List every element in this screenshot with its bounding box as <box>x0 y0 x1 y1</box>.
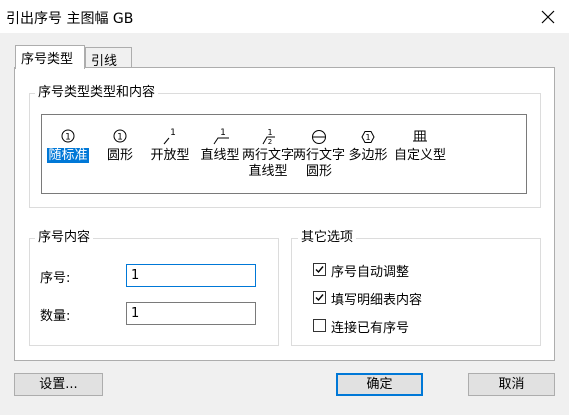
list-item-label: 多边形 <box>348 148 388 163</box>
svg-text:1: 1 <box>170 128 176 138</box>
tab-leader[interactable]: 引线 <box>85 47 132 69</box>
circled-one-icon: 1 <box>61 129 75 143</box>
content-group-title: 序号内容 <box>35 230 94 246</box>
tab-serial-type-label: 序号类型 <box>21 52 74 67</box>
list-item-label: 开放型 <box>150 148 190 163</box>
cancel-button[interactable]: 取消 <box>468 373 555 396</box>
settings-button[interactable]: 设置... <box>14 373 103 396</box>
check-icon <box>315 266 324 274</box>
close-button[interactable] <box>528 0 568 33</box>
close-icon <box>541 10 555 23</box>
option-label: 序号自动调整 <box>331 265 410 280</box>
option-label: 连接已有序号 <box>331 321 410 336</box>
custom-grid-icon <box>413 130 427 142</box>
open-leader-icon: 1 <box>163 128 176 145</box>
option-label: 填写明细表内容 <box>331 293 423 308</box>
checkbox-connect-existing[interactable] <box>313 319 326 332</box>
svg-text:1: 1 <box>365 133 370 142</box>
svg-text:1: 1 <box>220 128 226 138</box>
list-item-label: 直线型 <box>200 148 240 163</box>
number-input[interactable] <box>126 264 256 287</box>
list-item-open[interactable]: 1 开放型 <box>143 127 197 189</box>
svg-text:1: 1 <box>267 128 272 137</box>
serial-type-list[interactable]: 1 随标准 1 圆形 1 开放型 1 直线型 1 2 两行文字 直线型 两行文字… <box>41 114 527 194</box>
options-group-title: 其它选项 <box>298 230 357 246</box>
window-title: 引出序号 主图幅 GB <box>6 11 134 27</box>
list-item-polygon[interactable]: 1 多边形 <box>341 127 395 189</box>
list-item-label: 自定义型 <box>393 148 446 163</box>
svg-text:1: 1 <box>65 133 71 143</box>
ok-button[interactable]: 确定 <box>336 373 423 396</box>
list-item-line[interactable]: 1 直线型 <box>193 127 247 189</box>
list-item-label-2: 直线型 <box>248 164 288 179</box>
check-icon <box>315 294 324 302</box>
list-item-label: 两行文字 <box>292 148 345 163</box>
list-item-two-line-circle[interactable]: 两行文字 圆形 <box>292 127 346 189</box>
list-item-label: 圆形 <box>106 148 133 163</box>
list-item-label-2: 圆形 <box>305 164 332 179</box>
svg-text:2: 2 <box>268 138 272 146</box>
list-item-standard[interactable]: 1 随标准 <box>41 127 95 189</box>
list-item-two-line-straight[interactable]: 1 2 两行文字 直线型 <box>241 127 295 189</box>
polygon-icon: 1 <box>361 131 375 143</box>
svg-text:1: 1 <box>117 133 123 143</box>
two-line-text-icon: 1 2 <box>262 128 275 146</box>
checkbox-fill-bom[interactable] <box>313 291 326 304</box>
list-item-label: 随标准 <box>47 148 89 163</box>
count-label: 数量: <box>40 309 71 324</box>
number-label: 序号: <box>40 271 71 286</box>
list-item-custom[interactable]: 自定义型 <box>393 127 447 189</box>
tab-serial-type[interactable]: 序号类型 <box>15 45 85 69</box>
type-group-title: 序号类型类型和内容 <box>35 85 159 101</box>
split-circle-icon <box>312 130 326 144</box>
line-leader-icon: 1 <box>213 128 229 145</box>
list-item-circle[interactable]: 1 圆形 <box>93 127 147 189</box>
circle-one-icon: 1 <box>113 129 127 143</box>
title-bar: 引出序号 主图幅 GB <box>0 0 569 33</box>
content-group <box>29 238 279 346</box>
count-input[interactable] <box>126 302 256 325</box>
list-item-label: 两行文字 <box>241 148 294 163</box>
checkbox-auto-adjust[interactable] <box>313 263 326 276</box>
